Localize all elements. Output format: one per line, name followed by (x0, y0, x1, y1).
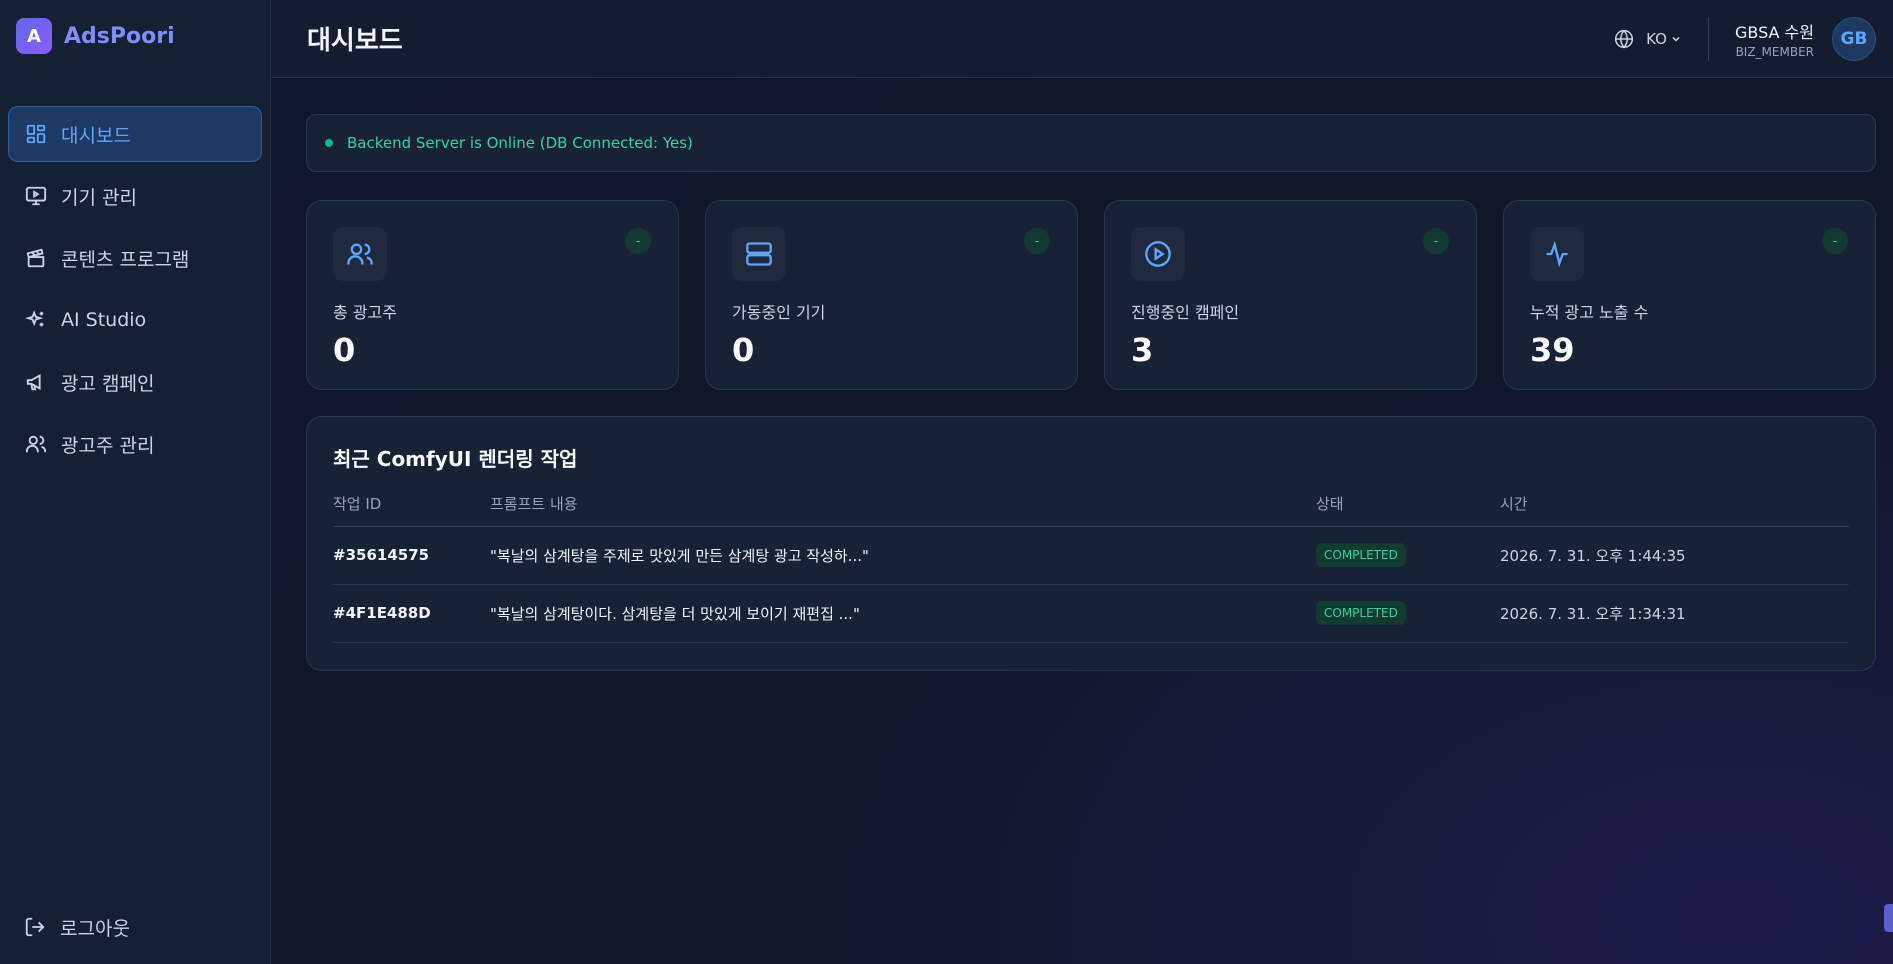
recent-jobs-card: 최근 ComfyUI 렌더링 작업 작업 ID 프롬프트 내용 상태 시간 #3… (306, 416, 1876, 671)
stat-value: 3 (1131, 331, 1154, 369)
topbar: 대시보드 KO GBSA 수원 BIZ_MEMBER GB (271, 0, 1893, 78)
brand-name: AdsPoori (64, 23, 175, 49)
stat-badge: - (1024, 228, 1050, 254)
stat-label: 총 광고주 (333, 303, 397, 322)
user-meta: GBSA 수원 BIZ_MEMBER (1735, 19, 1814, 59)
stat-badge: - (1822, 228, 1848, 254)
chevron-down-icon (1672, 36, 1680, 42)
prompt-cell: "복날의 삼계탕을 주제로 맛있게 만든 삼계탕 광고 작성하..." (490, 526, 1316, 585)
sparkles-icon (25, 309, 47, 331)
users-icon (25, 433, 47, 455)
column-header: 상태 (1316, 482, 1500, 527)
stat-label: 진행중인 캠페인 (1131, 303, 1240, 322)
stat-value: 0 (732, 331, 755, 369)
globe-icon (1615, 29, 1634, 48)
sidebar-item-label: 광고주 관리 (61, 434, 155, 457)
stat-badge: - (625, 228, 651, 254)
language-code: KO (1646, 29, 1667, 48)
sidebar-item-dashboard[interactable]: 대시보드 (8, 106, 262, 162)
sidebar: A AdsPoori 대시보드 기기 관리 콘텐츠 프로그램 AI Studio… (0, 0, 271, 964)
megaphone-icon (25, 371, 47, 393)
floating-widget-tab[interactable] (1884, 904, 1893, 932)
users-icon (333, 227, 387, 281)
stat-card-active-devices: - 가동중인 기기 0 (705, 200, 1078, 390)
sidebar-item-ad-campaign[interactable]: 광고 캠페인 (8, 354, 262, 410)
logout-label: 로그아웃 (60, 917, 130, 940)
table-header-row: 작업 ID 프롬프트 내용 상태 시간 (333, 482, 1849, 527)
stat-value: 0 (333, 331, 356, 369)
sidebar-item-devices[interactable]: 기기 관리 (8, 168, 262, 224)
status-dot (325, 139, 333, 147)
sidebar-item-label: 콘텐츠 프로그램 (61, 248, 190, 271)
jobs-table: 작업 ID 프롬프트 내용 상태 시간 #35614575 "복날의 삼계탕을 … (333, 482, 1849, 643)
brand-logo: A (16, 18, 52, 54)
status-cell: COMPLETED (1316, 584, 1500, 643)
column-header: 시간 (1500, 482, 1849, 527)
column-header: 프롬프트 내용 (490, 482, 1316, 527)
sidebar-item-label: 기기 관리 (61, 186, 137, 209)
dashboard-content: Backend Server is Online (DB Connected: … (271, 78, 1893, 671)
page-title: 대시보드 (307, 26, 403, 56)
status-cell: COMPLETED (1316, 526, 1500, 585)
activity-icon (1530, 227, 1584, 281)
stat-label: 가동중인 기기 (732, 303, 826, 322)
sidebar-item-label: AI Studio (61, 309, 147, 331)
sidebar-item-label: 대시보드 (61, 124, 131, 147)
recent-jobs-title: 최근 ComfyUI 렌더링 작업 (333, 447, 578, 471)
layout-dashboard-icon (25, 123, 47, 145)
status-badge: COMPLETED (1316, 543, 1406, 567)
log-out-icon (24, 916, 46, 938)
stat-card-advertisers: - 총 광고주 0 (306, 200, 679, 390)
prompt-cell: "복날의 삼계탕이다. 삼계탕을 더 맛있게 보이기 재편집 ..." (490, 584, 1316, 643)
stat-card-impressions: - 누적 광고 노출 수 39 (1503, 200, 1876, 390)
column-header: 작업 ID (333, 482, 490, 527)
time-cell: 2026. 7. 31. 오후 1:34:31 (1500, 584, 1849, 643)
user-role: BIZ_MEMBER (1735, 44, 1814, 59)
clapperboard-icon (25, 247, 47, 269)
stat-value: 39 (1530, 331, 1575, 369)
stat-badge: - (1423, 228, 1449, 254)
server-status-bar: Backend Server is Online (DB Connected: … (306, 114, 1876, 172)
user-name: GBSA 수원 (1734, 22, 1814, 42)
job-id-cell: #4F1E488D (333, 584, 490, 643)
stat-card-active-campaigns: - 진행중인 캠페인 3 (1104, 200, 1477, 390)
table-row[interactable]: #35614575 "복날의 삼계탕을 주제로 맛있게 만든 삼계탕 광고 작성… (333, 526, 1849, 585)
sidebar-item-label: 광고 캠페인 (61, 372, 155, 395)
time-cell: 2026. 7. 31. 오후 1:44:35 (1500, 526, 1849, 585)
language-selector[interactable]: KO (1614, 29, 1682, 49)
stats-row: - 총 광고주 0 - 가동중인 기기 0 - 진행중인 캠페인 3 - 누적 … (306, 200, 1876, 390)
top-right-controls: KO GBSA 수원 BIZ_MEMBER GB (1614, 16, 1876, 61)
main-area: 대시보드 KO GBSA 수원 BIZ_MEMBER GB Backend Se… (271, 0, 1893, 964)
sidebar-item-advertisers[interactable]: 광고주 관리 (8, 416, 262, 472)
header-divider (1707, 16, 1709, 61)
play-circle-icon (1131, 227, 1185, 281)
status-badge: COMPLETED (1316, 601, 1406, 625)
monitor-play-icon (25, 185, 47, 207)
table-row[interactable]: #4F1E488D "복날의 삼계탕이다. 삼계탕을 더 맛있게 보이기 재편집… (333, 584, 1849, 643)
job-id-cell: #35614575 (333, 526, 490, 585)
sidebar-item-content-program[interactable]: 콘텐츠 프로그램 (8, 230, 262, 286)
stat-label: 누적 광고 노출 수 (1530, 303, 1649, 322)
avatar[interactable]: GB (1832, 16, 1876, 61)
server-icon (732, 227, 786, 281)
sidebar-item-ai-studio[interactable]: AI Studio (8, 292, 262, 348)
brand[interactable]: A AdsPoori (0, 0, 270, 72)
sidebar-nav: 대시보드 기기 관리 콘텐츠 프로그램 AI Studio 광고 캠페인 광고주… (0, 106, 270, 472)
server-status-text: Backend Server is Online (DB Connected: … (347, 134, 693, 152)
logout-button[interactable]: 로그아웃 (8, 902, 262, 952)
app-root: A AdsPoori 대시보드 기기 관리 콘텐츠 프로그램 AI Studio… (0, 0, 1893, 964)
